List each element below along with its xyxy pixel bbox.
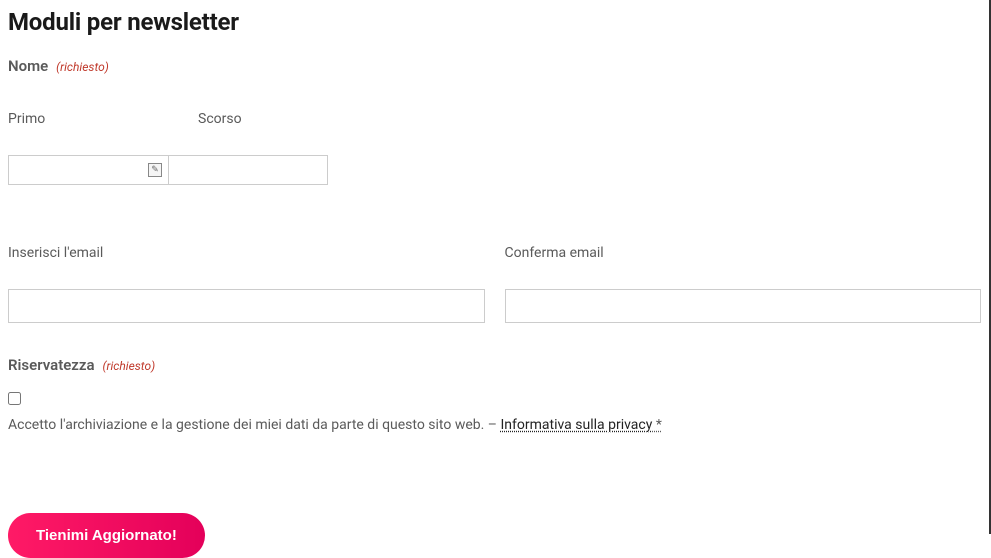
privacy-consent-checkbox[interactable] xyxy=(8,392,21,405)
name-label: Nome xyxy=(8,57,48,75)
privacy-asterisk: * xyxy=(652,417,662,433)
last-name-label: Scorso xyxy=(198,111,358,127)
privacy-label: Riservatezza xyxy=(8,356,95,374)
privacy-field-group: Riservatezza (richiesto) Accetto l'archi… xyxy=(8,355,981,433)
first-name-label: Primo xyxy=(8,111,168,127)
email-enter-label: Inserisci l'email xyxy=(8,245,485,261)
email-field-group: Inserisci l'email Conferma email xyxy=(8,245,981,323)
privacy-consent-prefix: Accetto l'archiviazione e la gestione de… xyxy=(8,417,500,433)
page-title: Moduli per newsletter xyxy=(8,8,981,36)
name-field-group: Nome (richiesto) Primo Scorso ✎ xyxy=(8,56,981,185)
email-confirm-label: Conferma email xyxy=(505,245,982,261)
last-name-input[interactable] xyxy=(168,155,328,185)
privacy-policy-link[interactable]: Informativa sulla privacy xyxy=(500,417,652,433)
submit-button[interactable]: Tienimi Aggiornato! xyxy=(8,513,205,558)
email-confirm-input[interactable] xyxy=(505,289,982,323)
privacy-required-indicator: (richiesto) xyxy=(103,359,156,373)
first-name-input[interactable] xyxy=(8,155,168,185)
email-input[interactable] xyxy=(8,289,485,323)
privacy-consent-text: Accetto l'archiviazione e la gestione de… xyxy=(8,417,981,433)
name-required-indicator: (richiesto) xyxy=(56,60,109,74)
